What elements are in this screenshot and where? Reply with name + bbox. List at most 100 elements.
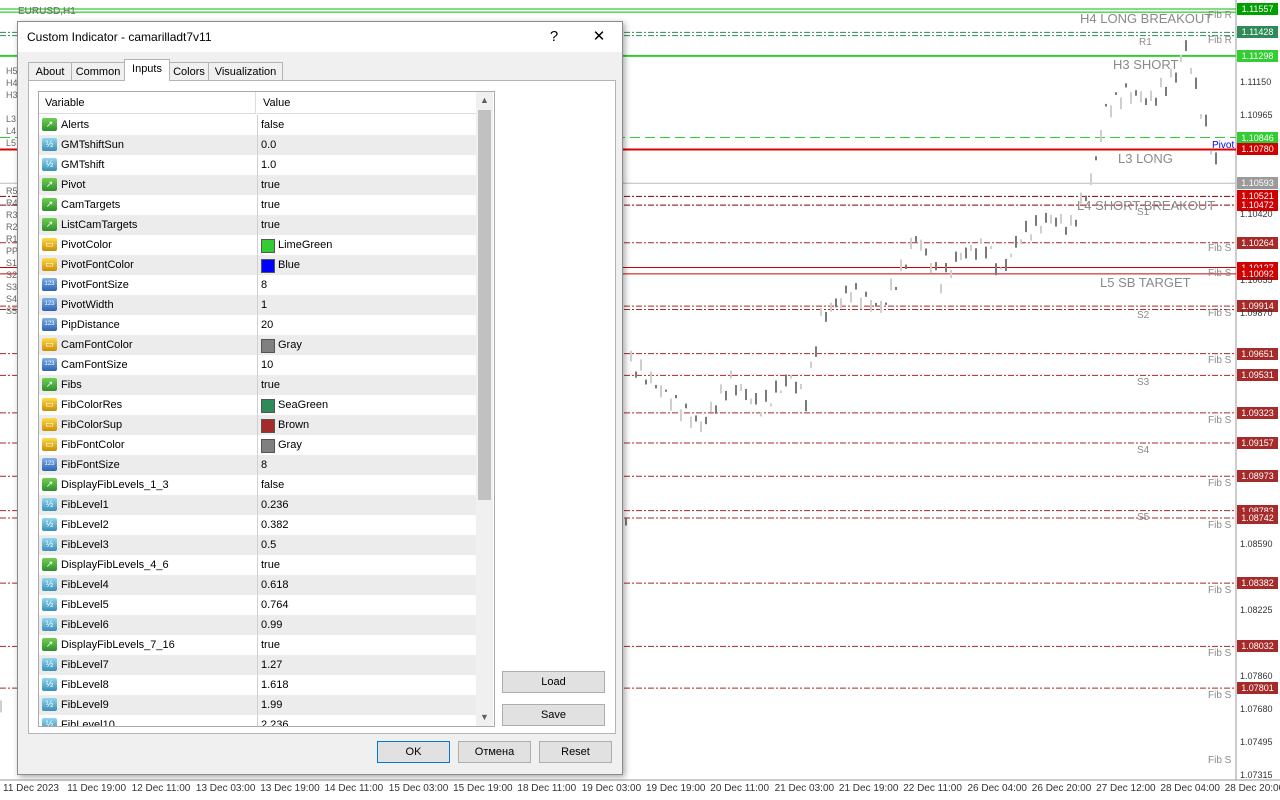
- input-value[interactable]: 1.99: [261, 695, 282, 715]
- input-value[interactable]: 8: [261, 455, 267, 475]
- input-row-fiblevel6[interactable]: ½ FibLevel6 0.99: [39, 615, 476, 635]
- input-value[interactable]: Brown: [278, 415, 309, 435]
- input-value[interactable]: 20: [261, 315, 273, 335]
- column-separator: [257, 655, 258, 675]
- input-row-fiblevel10[interactable]: ½ FibLevel10 2.236: [39, 715, 476, 726]
- input-value[interactable]: true: [261, 175, 280, 195]
- column-separator: [257, 535, 258, 555]
- input-row-gmtshift[interactable]: ½ GMTshift 1.0: [39, 155, 476, 175]
- input-value[interactable]: true: [261, 555, 280, 575]
- input-value[interactable]: true: [261, 375, 280, 395]
- tab-visualization[interactable]: Visualization: [208, 62, 283, 81]
- candle: [1005, 258, 1007, 271]
- input-row-camfontsize[interactable]: 123 CamFontSize 10: [39, 355, 476, 375]
- color-swatch[interactable]: [261, 259, 275, 273]
- input-value[interactable]: false: [261, 475, 284, 495]
- input-value[interactable]: true: [261, 195, 280, 215]
- input-value[interactable]: Gray: [278, 335, 302, 355]
- input-row-pivotfontcolor[interactable]: ▭ PivotFontColor Blue: [39, 255, 476, 275]
- input-row-pivot[interactable]: ↗ Pivot true: [39, 175, 476, 195]
- input-row-displayfiblevels-7-16[interactable]: ↗ DisplayFibLevels_7_16 true: [39, 635, 476, 655]
- candle: [905, 264, 907, 270]
- tab-common[interactable]: Common: [71, 62, 125, 81]
- input-value[interactable]: SeaGreen: [278, 395, 328, 415]
- color-swatch[interactable]: [261, 419, 275, 433]
- fib-s-label: Fib S: [1208, 355, 1232, 366]
- input-value[interactable]: true: [261, 215, 280, 235]
- scroll-up-arrow[interactable]: ▲: [476, 92, 493, 109]
- grid-scrollbar[interactable]: ▲ ▼: [476, 92, 493, 726]
- color-type-icon: ▭: [42, 238, 57, 251]
- input-row-listcamtargets[interactable]: ↗ ListCamTargets true: [39, 215, 476, 235]
- input-name: ListCamTargets: [61, 219, 138, 231]
- dialog-titlebar[interactable]: Custom Indicator - camarilladt7v11 ? ✕: [18, 22, 622, 52]
- input-row-fiblevel1[interactable]: ½ FibLevel1 0.236: [39, 495, 476, 515]
- reset-button[interactable]: Reset: [539, 741, 612, 763]
- input-row-pivotwidth[interactable]: 123 PivotWidth 1: [39, 295, 476, 315]
- time-axis-label: 11 Dec 2023: [3, 783, 59, 794]
- input-value[interactable]: 8: [261, 275, 267, 295]
- input-row-displayfiblevels-1-3[interactable]: ↗ DisplayFibLevels_1_3 false: [39, 475, 476, 495]
- input-value[interactable]: 0.5: [261, 535, 276, 555]
- input-row-pivotfontsize[interactable]: 123 PivotFontSize 8: [39, 275, 476, 295]
- input-value[interactable]: 0.99: [261, 615, 282, 635]
- input-row-fiblevel9[interactable]: ½ FibLevel9 1.99: [39, 695, 476, 715]
- input-row-fiblevel2[interactable]: ½ FibLevel2 0.382: [39, 515, 476, 535]
- color-swatch[interactable]: [261, 439, 275, 453]
- time-axis-label: 21 Dec 03:00: [774, 783, 835, 794]
- input-value[interactable]: Blue: [278, 255, 300, 275]
- scroll-down-arrow[interactable]: ▼: [476, 709, 493, 726]
- input-value[interactable]: 0.382: [261, 515, 289, 535]
- input-value[interactable]: 0.236: [261, 495, 289, 515]
- cancel-button[interactable]: Отмена: [458, 741, 531, 763]
- input-value[interactable]: 0.618: [261, 575, 289, 595]
- ok-button[interactable]: OK: [377, 741, 450, 763]
- input-value[interactable]: 2.236: [261, 715, 289, 726]
- close-button[interactable]: ✕: [585, 26, 613, 48]
- input-value[interactable]: 0.764: [261, 595, 289, 615]
- input-row-camtargets[interactable]: ↗ CamTargets true: [39, 195, 476, 215]
- input-value[interactable]: 10: [261, 355, 273, 375]
- scroll-thumb[interactable]: [478, 110, 491, 500]
- input-value[interactable]: 0.0: [261, 135, 276, 155]
- input-value[interactable]: Gray: [278, 435, 302, 455]
- input-row-fibcolorres[interactable]: ▭ FibColorRes SeaGreen: [39, 395, 476, 415]
- input-row-fiblevel7[interactable]: ½ FibLevel7 1.27: [39, 655, 476, 675]
- input-row-camfontcolor[interactable]: ▭ CamFontColor Gray: [39, 335, 476, 355]
- input-row-fiblevel5[interactable]: ½ FibLevel5 0.764: [39, 595, 476, 615]
- input-row-alerts[interactable]: ↗ Alerts false: [39, 115, 476, 135]
- input-row-fibcolorsup[interactable]: ▭ FibColorSup Brown: [39, 415, 476, 435]
- input-name: DisplayFibLevels_7_16: [61, 639, 175, 651]
- help-button[interactable]: ?: [540, 26, 568, 48]
- input-row-fiblevel3[interactable]: ½ FibLevel3 0.5: [39, 535, 476, 555]
- tab-colors[interactable]: Colors: [169, 62, 209, 81]
- tab-about[interactable]: About: [28, 62, 72, 81]
- input-row-fibfontcolor[interactable]: ▭ FibFontColor Gray: [39, 435, 476, 455]
- input-row-fibfontsize[interactable]: 123 FibFontSize 8: [39, 455, 476, 475]
- input-row-pipdistance[interactable]: 123 PipDistance 20: [39, 315, 476, 335]
- input-value[interactable]: true: [261, 635, 280, 655]
- save-button[interactable]: Save: [502, 704, 605, 726]
- fib-s-label: Fib S: [1208, 243, 1232, 254]
- input-value[interactable]: 1.27: [261, 655, 282, 675]
- tab-inputs[interactable]: Inputs: [124, 59, 170, 81]
- column-header-variable[interactable]: Variable: [39, 92, 256, 114]
- input-value[interactable]: 1.0: [261, 155, 276, 175]
- r1-label: R1: [1139, 37, 1152, 48]
- color-swatch[interactable]: [261, 339, 275, 353]
- fib-s-label: Fib S: [1208, 690, 1232, 701]
- color-swatch[interactable]: [261, 399, 275, 413]
- input-row-gmtshiftsun[interactable]: ½ GMTshiftSun 0.0: [39, 135, 476, 155]
- input-row-displayfiblevels-4-6[interactable]: ↗ DisplayFibLevels_4_6 true: [39, 555, 476, 575]
- input-value[interactable]: false: [261, 115, 284, 135]
- input-row-fibs[interactable]: ↗ Fibs true: [39, 375, 476, 395]
- input-row-fiblevel4[interactable]: ½ FibLevel4 0.618: [39, 575, 476, 595]
- input-value[interactable]: 1: [261, 295, 267, 315]
- input-value[interactable]: LimeGreen: [278, 235, 332, 255]
- column-header-value[interactable]: Value: [257, 92, 476, 114]
- load-button[interactable]: Load: [502, 671, 605, 693]
- input-value[interactable]: 1.618: [261, 675, 289, 695]
- input-row-pivotcolor[interactable]: ▭ PivotColor LimeGreen: [39, 235, 476, 255]
- color-swatch[interactable]: [261, 239, 275, 253]
- input-row-fiblevel8[interactable]: ½ FibLevel8 1.618: [39, 675, 476, 695]
